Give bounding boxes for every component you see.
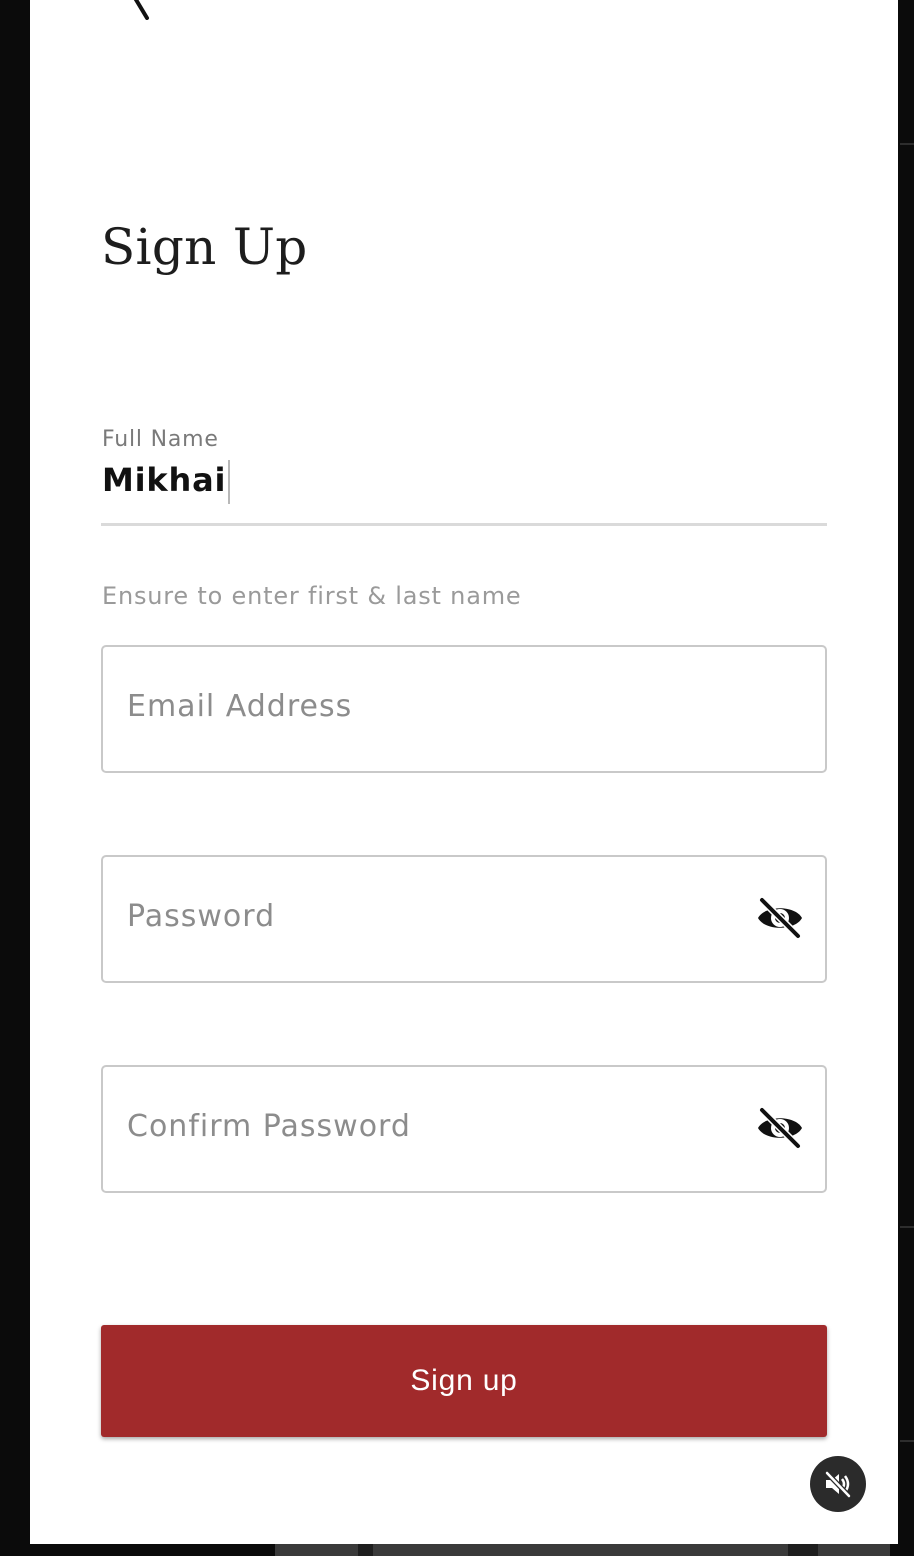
page-title: Sign Up	[101, 218, 308, 276]
text-cursor	[228, 460, 231, 504]
right-edge	[898, 0, 914, 1556]
email-placeholder: Email Address	[127, 689, 353, 724]
password-field[interactable]: Password	[101, 855, 827, 983]
strip-segment	[788, 1544, 818, 1556]
eye-off-icon[interactable]	[755, 897, 805, 939]
strip-segment	[358, 1544, 373, 1556]
chevron-left-icon[interactable]	[90, 0, 150, 20]
confirm-password-field[interactable]: Confirm Password	[101, 1065, 827, 1193]
sign-up-button[interactable]: Sign up	[101, 1325, 827, 1437]
mute-button[interactable]	[810, 1456, 866, 1512]
password-placeholder: Password	[127, 899, 276, 934]
bottom-strip	[275, 1544, 890, 1556]
edge-marker	[900, 1226, 914, 1228]
eye-off-icon[interactable]	[755, 1107, 805, 1149]
full-name-underline	[101, 523, 827, 526]
full-name-label: Full Name	[102, 427, 219, 452]
full-name-input[interactable]: Mikhai	[102, 459, 231, 504]
full-name-value: Mikhai	[102, 461, 227, 499]
email-field[interactable]: Email Address	[101, 645, 827, 773]
edge-marker	[900, 143, 914, 145]
edge-marker	[900, 1440, 914, 1442]
confirm-password-placeholder: Confirm Password	[127, 1109, 411, 1144]
volume-off-icon	[825, 1471, 851, 1498]
full-name-hint: Ensure to enter first & last name	[102, 582, 522, 610]
